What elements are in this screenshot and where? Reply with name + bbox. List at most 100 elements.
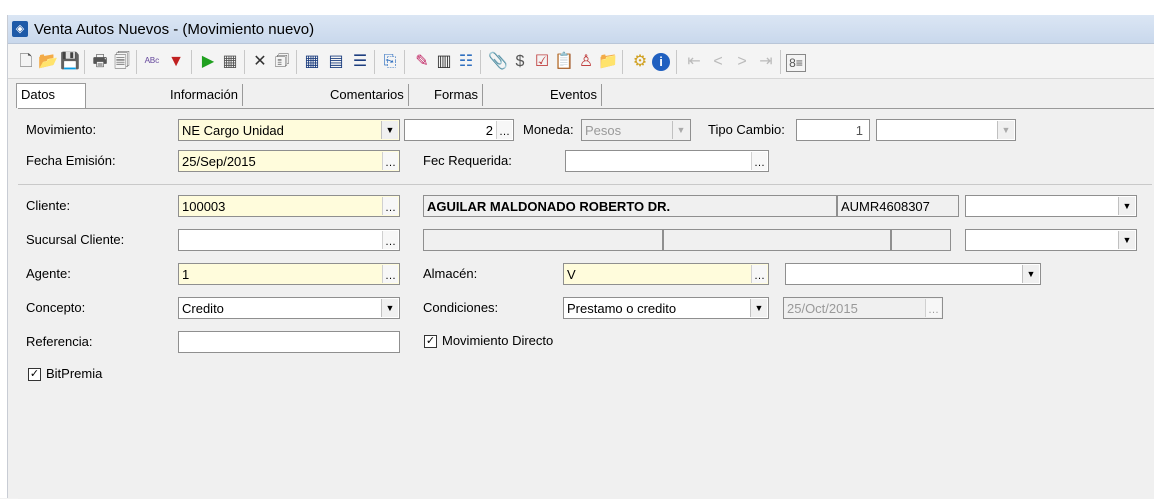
chevron-down-icon[interactable]: ▼ — [381, 299, 398, 317]
next-icon[interactable]: > — [732, 52, 752, 72]
agente-value: 1 — [182, 267, 190, 282]
ellipsis-button[interactable]: … — [925, 299, 941, 317]
form-icon[interactable]: ▤ — [326, 52, 346, 72]
cancel-doc-icon[interactable]: 🗊 — [272, 52, 292, 72]
chevron-down-icon[interactable]: ▼ — [750, 299, 767, 317]
tipo-cambio-field[interactable]: 1 — [796, 119, 870, 141]
almacen-field[interactable]: V … — [563, 263, 769, 285]
run-icon[interactable]: ▶ — [198, 52, 218, 72]
main-window: ◈ Venta Autos Nuevos - (Movimiento nuevo… — [7, 15, 1154, 499]
chevron-down-icon[interactable]: ▼ — [1118, 197, 1135, 215]
referencia-label: Referencia: — [26, 334, 93, 349]
condiciones-select[interactable]: Prestamo o credito ▼ — [563, 297, 769, 319]
print-icon[interactable]: 🖶 — [90, 52, 110, 72]
open-icon[interactable]: 📂 — [38, 52, 58, 72]
chevron-down-icon[interactable]: ▼ — [381, 121, 398, 139]
chevron-down-icon[interactable]: ▼ — [1022, 265, 1039, 283]
currency-icon[interactable]: $ — [510, 52, 530, 72]
cliente-label: Cliente: — [26, 198, 71, 213]
ellipsis-button[interactable]: … — [382, 265, 398, 283]
attachment-icon[interactable]: 📎 — [488, 52, 508, 72]
ellipsis-button[interactable]: … — [382, 152, 398, 170]
sucursal-info-field — [663, 229, 891, 251]
ellipsis-button[interactable]: … — [751, 152, 767, 170]
concepto-label: Concepto: — [26, 300, 86, 315]
prev-icon[interactable]: < — [708, 52, 728, 72]
report-icon[interactable]: 📋 — [554, 52, 574, 72]
new-icon[interactable]: 🗋 — [16, 52, 36, 72]
moneda-select[interactable]: Pesos ▼ — [581, 119, 691, 141]
cliente-name-field: AGUILAR MALDONADO ROBERTO DR. — [423, 195, 837, 217]
sucursal-cliente-label: Sucursal Cliente: — [26, 232, 125, 247]
moneda-value: Pesos — [585, 123, 622, 138]
movimiento-value: NE Cargo Unidad — [182, 123, 284, 138]
movimiento-number-value: 2 — [485, 123, 493, 138]
sucursal-name-field — [423, 229, 663, 251]
bullets-icon[interactable]: ☷ — [456, 52, 476, 72]
cliente-value: 100003 — [182, 199, 226, 214]
concepto-value: Credito — [182, 301, 224, 316]
settings-icon[interactable]: ⚙ — [630, 52, 650, 72]
ellipsis-button[interactable]: … — [751, 265, 767, 283]
ellipsis-button[interactable]: … — [382, 197, 398, 215]
check-icon[interactable]: ☑ — [532, 52, 552, 72]
tipo-cambio-select[interactable]: ▼ — [876, 119, 1016, 141]
movimiento-number-field[interactable]: 2 … — [404, 119, 514, 141]
app-icon: ◈ — [12, 21, 28, 37]
fec-requerida-field[interactable]: … — [565, 150, 769, 172]
sucursal-cliente-field[interactable]: … — [178, 229, 400, 251]
print-preview-icon[interactable]: 🗐 — [112, 52, 132, 72]
calculator-icon[interactable]: ▦ — [220, 52, 240, 72]
folder-icon[interactable]: 📁 — [598, 52, 618, 72]
bitpremia-checkbox[interactable]: ✓ — [28, 368, 41, 381]
filter-icon[interactable]: ▼ — [166, 52, 186, 72]
fec-requerida-label: Fec Requerida: — [423, 153, 512, 168]
ellipsis-button[interactable]: … — [382, 231, 398, 249]
last-icon[interactable]: ⇥ — [756, 52, 776, 72]
list-icon[interactable]: ☰ — [350, 52, 370, 72]
fecha-emision-field[interactable]: 25/Sep/2015 … — [178, 150, 400, 172]
more-icon[interactable]: 8≡ — [786, 54, 806, 72]
almacen-select[interactable]: ▼ — [785, 263, 1041, 285]
save-icon[interactable]: 💾 — [60, 52, 80, 72]
tab-datos-generales[interactable]: Datos Generales — [16, 83, 86, 124]
chevron-down-icon[interactable]: ▼ — [997, 121, 1014, 139]
agente-field[interactable]: 1 … — [178, 263, 400, 285]
tipo-cambio-label: Tipo Cambio: — [708, 122, 785, 137]
cliente-extra-select[interactable]: ▼ — [965, 195, 1137, 217]
movimiento-directo-checkbox[interactable]: ✓ — [424, 335, 437, 348]
condiciones-label: Condiciones: — [423, 300, 499, 315]
spellcheck-icon[interactable]: ᴬᴮᶜ — [142, 52, 162, 72]
condiciones-value: Prestamo o credito — [567, 301, 677, 316]
barcode-icon[interactable]: ▥ — [434, 52, 454, 72]
info-icon[interactable]: i — [652, 53, 670, 71]
datos-generales-panel: Movimiento: NE Cargo Unidad ▼ 2 … Moneda… — [18, 108, 1154, 499]
tab-eventos[interactable]: Eventos — [546, 84, 602, 106]
referencia-field[interactable] — [178, 331, 400, 353]
edit-icon[interactable]: ✎ — [412, 52, 432, 72]
toolbar: 🗋 📂 💾 🖶 🗐 ᴬᴮᶜ ▼ ▶ ▦ ✕ 🗊 ▦ ▤ ☰ ⎘ ✎ ▥ ☷ 📎 … — [8, 44, 1154, 79]
ellipsis-button[interactable]: … — [496, 121, 512, 139]
agente-label: Agente: — [26, 266, 71, 281]
movimiento-select[interactable]: NE Cargo Unidad ▼ — [178, 119, 400, 141]
bitpremia-label: BitPremia — [46, 366, 103, 381]
almacen-label: Almacén: — [423, 266, 478, 281]
delete-icon[interactable]: ✕ — [250, 52, 270, 72]
chevron-down-icon[interactable]: ▼ — [672, 121, 689, 139]
grid-icon[interactable]: ▦ — [302, 52, 322, 72]
chevron-down-icon[interactable]: ▼ — [1118, 231, 1135, 249]
cliente-field[interactable]: 100003 … — [178, 195, 400, 217]
title-bar: ◈ Venta Autos Nuevos - (Movimiento nuevo… — [8, 15, 1154, 44]
concepto-select[interactable]: Credito ▼ — [178, 297, 400, 319]
first-icon[interactable]: ⇤ — [684, 52, 704, 72]
condiciones-date-field[interactable]: 25/Oct/2015 … — [783, 297, 943, 319]
copy-icon[interactable]: ⎘ — [380, 52, 400, 72]
fecha-emision-value: 25/Sep/2015 — [182, 154, 256, 169]
almacen-value: V — [567, 267, 576, 282]
sucursal-extra-select[interactable]: ▼ — [965, 229, 1137, 251]
tab-comentarios[interactable]: Comentarios — [326, 84, 409, 106]
tab-informacion-adicional[interactable]: Información adicional — [166, 84, 243, 124]
tab-formas-anexas[interactable]: Formas Anexas — [430, 84, 484, 124]
person-icon[interactable]: ♙ — [576, 52, 596, 72]
fecha-emision-label: Fecha Emisión: — [26, 153, 116, 168]
